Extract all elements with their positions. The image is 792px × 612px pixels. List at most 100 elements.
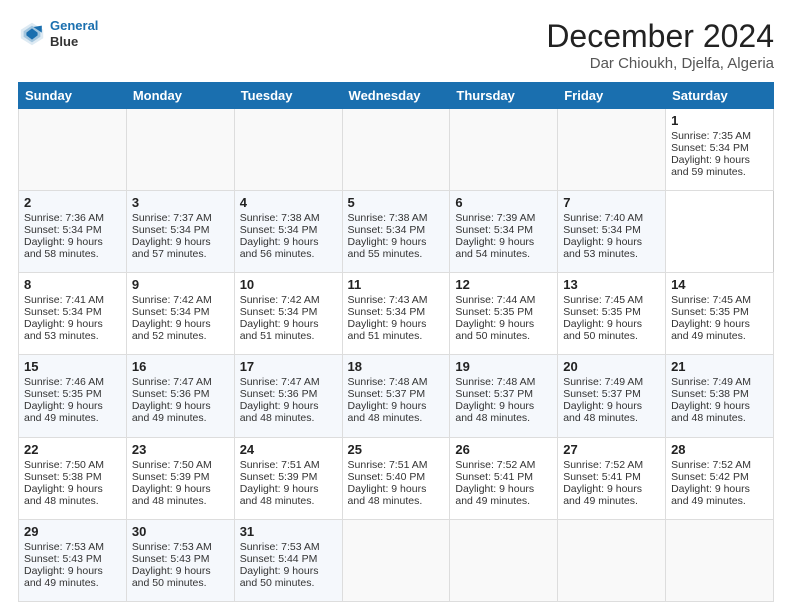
- calendar-cell: 26Sunrise: 7:52 AMSunset: 5:41 PMDayligh…: [450, 437, 558, 519]
- page: General Blue December 2024 Dar Chioukh, …: [0, 0, 792, 612]
- daylight-text: Daylight: 9 hours and 48 minutes.: [132, 483, 211, 507]
- sunrise-text: Sunrise: 7:36 AM: [24, 212, 104, 224]
- daylight-text: Daylight: 9 hours and 48 minutes.: [348, 483, 427, 507]
- col-monday: Monday: [126, 83, 234, 109]
- daylight-text: Daylight: 9 hours and 49 minutes.: [671, 318, 750, 342]
- daylight-text: Daylight: 9 hours and 49 minutes.: [24, 565, 103, 589]
- calendar-table: Sunday Monday Tuesday Wednesday Thursday…: [18, 82, 774, 602]
- sunset-text: Sunset: 5:41 PM: [455, 471, 533, 483]
- sunrise-text: Sunrise: 7:46 AM: [24, 376, 104, 388]
- col-saturday: Saturday: [666, 83, 774, 109]
- daylight-text: Daylight: 9 hours and 50 minutes.: [132, 565, 211, 589]
- sunset-text: Sunset: 5:37 PM: [348, 388, 426, 400]
- sunset-text: Sunset: 5:37 PM: [455, 388, 533, 400]
- calendar-week-4: 22Sunrise: 7:50 AMSunset: 5:38 PMDayligh…: [19, 437, 774, 519]
- calendar-cell: [450, 109, 558, 191]
- sunrise-text: Sunrise: 7:53 AM: [132, 541, 212, 553]
- sunrise-text: Sunrise: 7:39 AM: [455, 212, 535, 224]
- sunset-text: Sunset: 5:35 PM: [671, 306, 749, 318]
- daylight-text: Daylight: 9 hours and 56 minutes.: [240, 236, 319, 260]
- calendar-cell: 29Sunrise: 7:53 AMSunset: 5:43 PMDayligh…: [19, 519, 127, 601]
- sunset-text: Sunset: 5:34 PM: [240, 224, 318, 236]
- sunset-text: Sunset: 5:38 PM: [24, 471, 102, 483]
- sunset-text: Sunset: 5:35 PM: [24, 388, 102, 400]
- sunrise-text: Sunrise: 7:49 AM: [563, 376, 643, 388]
- day-number: 29: [24, 524, 121, 539]
- calendar-cell: [558, 519, 666, 601]
- calendar-cell: [666, 519, 774, 601]
- calendar-cell: 25Sunrise: 7:51 AMSunset: 5:40 PMDayligh…: [342, 437, 450, 519]
- title-block: December 2024 Dar Chioukh, Djelfa, Alger…: [546, 18, 774, 72]
- sunset-text: Sunset: 5:39 PM: [240, 471, 318, 483]
- sunrise-text: Sunrise: 7:44 AM: [455, 294, 535, 306]
- daylight-text: Daylight: 9 hours and 48 minutes.: [671, 400, 750, 424]
- sunrise-text: Sunrise: 7:53 AM: [240, 541, 320, 553]
- daylight-text: Daylight: 9 hours and 49 minutes.: [563, 483, 642, 507]
- daylight-text: Daylight: 9 hours and 48 minutes.: [240, 400, 319, 424]
- sunrise-text: Sunrise: 7:51 AM: [240, 459, 320, 471]
- day-number: 30: [132, 524, 229, 539]
- sunrise-text: Sunrise: 7:40 AM: [563, 212, 643, 224]
- col-tuesday: Tuesday: [234, 83, 342, 109]
- logo-text: General Blue: [50, 18, 98, 49]
- daylight-text: Daylight: 9 hours and 49 minutes.: [24, 400, 103, 424]
- sunrise-text: Sunrise: 7:42 AM: [240, 294, 320, 306]
- sunrise-text: Sunrise: 7:52 AM: [671, 459, 751, 471]
- calendar-cell: 4Sunrise: 7:38 AMSunset: 5:34 PMDaylight…: [234, 191, 342, 273]
- sunrise-text: Sunrise: 7:35 AM: [671, 130, 751, 142]
- calendar-cell: [342, 519, 450, 601]
- daylight-text: Daylight: 9 hours and 48 minutes.: [455, 400, 534, 424]
- sunset-text: Sunset: 5:34 PM: [132, 224, 210, 236]
- logo: General Blue: [18, 18, 98, 49]
- calendar-cell: [19, 109, 127, 191]
- day-number: 9: [132, 277, 229, 292]
- sunrise-text: Sunrise: 7:38 AM: [240, 212, 320, 224]
- sunset-text: Sunset: 5:35 PM: [455, 306, 533, 318]
- calendar-cell: [558, 109, 666, 191]
- col-thursday: Thursday: [450, 83, 558, 109]
- daylight-text: Daylight: 9 hours and 49 minutes.: [671, 483, 750, 507]
- subtitle: Dar Chioukh, Djelfa, Algeria: [546, 55, 774, 72]
- calendar-cell: [450, 519, 558, 601]
- day-number: 15: [24, 359, 121, 374]
- calendar-week-5: 29Sunrise: 7:53 AMSunset: 5:43 PMDayligh…: [19, 519, 774, 601]
- sunrise-text: Sunrise: 7:48 AM: [455, 376, 535, 388]
- sunset-text: Sunset: 5:37 PM: [563, 388, 641, 400]
- day-number: 19: [455, 359, 552, 374]
- calendar-cell: 6Sunrise: 7:39 AMSunset: 5:34 PMDaylight…: [450, 191, 558, 273]
- calendar-header-row: Sunday Monday Tuesday Wednesday Thursday…: [19, 83, 774, 109]
- sunrise-text: Sunrise: 7:45 AM: [671, 294, 751, 306]
- sunrise-text: Sunrise: 7:41 AM: [24, 294, 104, 306]
- day-number: 26: [455, 442, 552, 457]
- day-number: 25: [348, 442, 445, 457]
- calendar-cell: 20Sunrise: 7:49 AMSunset: 5:37 PMDayligh…: [558, 355, 666, 437]
- calendar-cell: [126, 109, 234, 191]
- sunrise-text: Sunrise: 7:53 AM: [24, 541, 104, 553]
- day-number: 17: [240, 359, 337, 374]
- calendar-week-1: 2Sunrise: 7:36 AMSunset: 5:34 PMDaylight…: [19, 191, 774, 273]
- sunset-text: Sunset: 5:41 PM: [563, 471, 641, 483]
- calendar-cell: 17Sunrise: 7:47 AMSunset: 5:36 PMDayligh…: [234, 355, 342, 437]
- sunrise-text: Sunrise: 7:52 AM: [563, 459, 643, 471]
- day-number: 27: [563, 442, 660, 457]
- day-number: 20: [563, 359, 660, 374]
- daylight-text: Daylight: 9 hours and 50 minutes.: [240, 565, 319, 589]
- calendar-cell: 15 Sunrise: 7:46 AMSunset: 5:35 PMDayligh…: [19, 355, 127, 437]
- sunset-text: Sunset: 5:34 PM: [348, 224, 426, 236]
- day-number: 31: [240, 524, 337, 539]
- daylight-text: Daylight: 9 hours and 50 minutes.: [563, 318, 642, 342]
- col-wednesday: Wednesday: [342, 83, 450, 109]
- daylight-text: Daylight: 9 hours and 50 minutes.: [455, 318, 534, 342]
- sunset-text: Sunset: 5:36 PM: [132, 388, 210, 400]
- day-number: 16: [132, 359, 229, 374]
- calendar-week-3: 15Sunrise: 7:46 AMSunset: 5:35 PMDayligh…: [19, 355, 774, 437]
- calendar-cell: 22Sunrise: 7:50 AMSunset: 5:38 PMDayligh…: [19, 437, 127, 519]
- calendar-cell: 31Sunrise: 7:53 AMSunset: 5:44 PMDayligh…: [234, 519, 342, 601]
- sunset-text: Sunset: 5:34 PM: [24, 306, 102, 318]
- daylight-text: Daylight: 9 hours and 52 minutes.: [132, 318, 211, 342]
- daylight-text: Daylight: 9 hours and 57 minutes.: [132, 236, 211, 260]
- day-number: 2: [24, 195, 121, 210]
- sunrise-text: Sunrise: 7:45 AM: [563, 294, 643, 306]
- calendar-cell: 30Sunrise: 7:53 AMSunset: 5:43 PMDayligh…: [126, 519, 234, 601]
- calendar-cell: 16Sunrise: 7:47 AMSunset: 5:36 PMDayligh…: [126, 355, 234, 437]
